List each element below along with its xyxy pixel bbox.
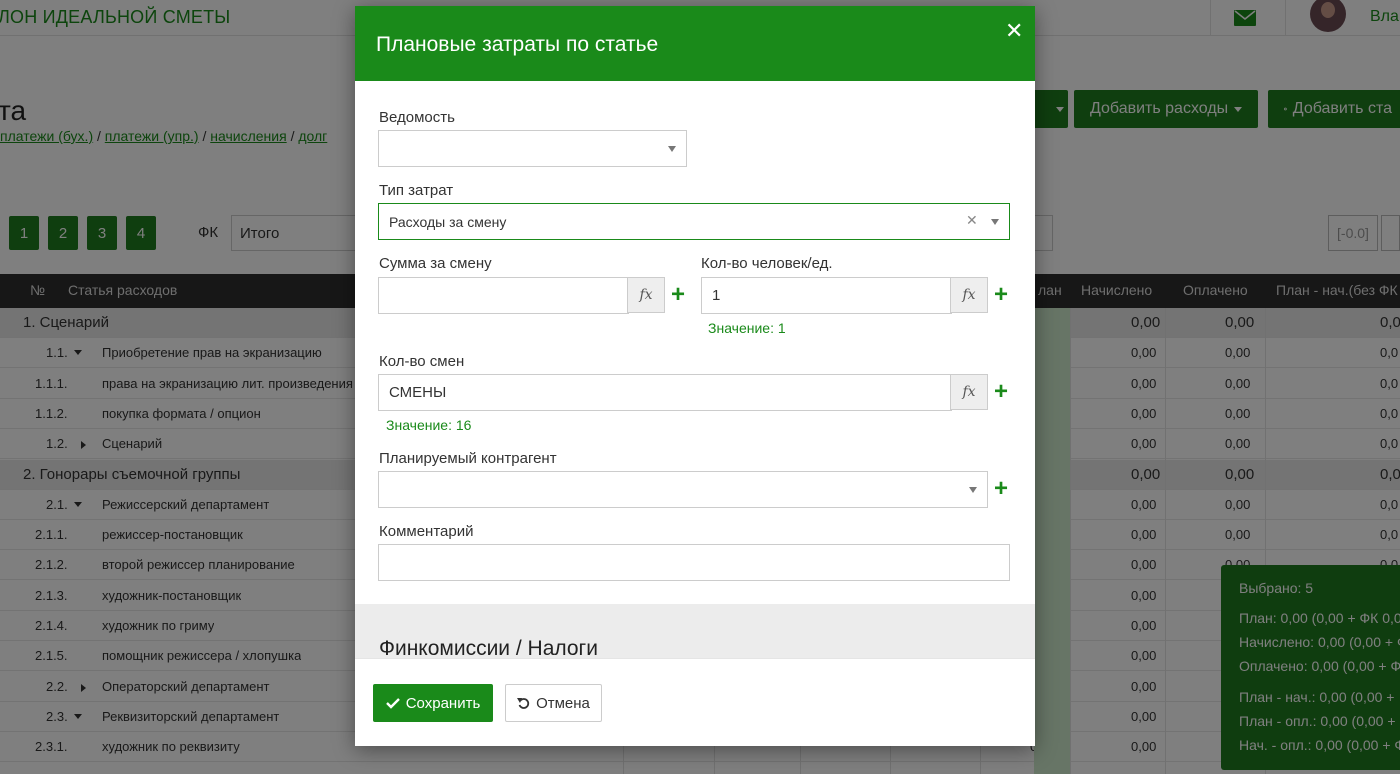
shifts-count-input[interactable]: СМЕНЫ [378, 374, 952, 411]
sum-per-shift-label: Сумма за смену [379, 255, 492, 272]
people-count-input[interactable]: 1 [701, 277, 952, 314]
planned-costs-modal: Плановые затраты по статье ✕ Ведомость Т… [355, 6, 1035, 746]
people-count-hint: Значение: 1 [708, 320, 786, 336]
vedomost-label: Ведомость [379, 109, 455, 126]
add-icon[interactable]: + [994, 477, 1008, 501]
comment-input[interactable] [378, 544, 1010, 581]
clear-icon[interactable]: ✕ [966, 212, 978, 229]
close-icon[interactable]: ✕ [1005, 18, 1023, 44]
chevron-down-icon [991, 219, 999, 225]
shifts-count-hint: Значение: 16 [386, 417, 472, 433]
comment-label: Комментарий [379, 523, 474, 540]
cost-type-label: Тип затрат [379, 182, 454, 199]
modal-footer: Сохранить Отмена [355, 658, 1035, 746]
check-icon [385, 698, 400, 709]
cancel-button[interactable]: Отмена [505, 684, 602, 722]
counterparty-select[interactable] [378, 471, 988, 508]
add-icon[interactable]: + [994, 380, 1008, 404]
formula-button[interactable]: fx [627, 277, 665, 313]
chevron-down-icon [969, 487, 977, 493]
shifts-count-label: Кол-во смен [379, 353, 465, 370]
cancel-label: Отмена [536, 694, 590, 712]
formula-button[interactable]: fx [950, 374, 988, 410]
chevron-down-icon [668, 146, 676, 152]
people-count-value: 1 [712, 287, 721, 304]
add-icon[interactable]: + [994, 283, 1008, 307]
modal-title: Плановые затраты по статье [376, 33, 659, 56]
save-button[interactable]: Сохранить [373, 684, 493, 722]
modal-header: Плановые затраты по статье ✕ [355, 6, 1035, 81]
shifts-count-value: СМЕНЫ [389, 384, 447, 401]
cost-type-select[interactable]: Расходы за смену ✕ [378, 203, 1010, 240]
sum-per-shift-input[interactable] [378, 277, 629, 314]
save-label: Сохранить [405, 694, 481, 712]
add-icon[interactable]: + [671, 283, 685, 307]
people-count-label: Кол-во человек/ед. [701, 255, 833, 272]
vedomost-select[interactable] [378, 130, 687, 167]
formula-button[interactable]: fx [950, 277, 988, 313]
cost-type-value: Расходы за смену [389, 214, 507, 230]
counterparty-label: Планируемый контрагент [379, 450, 557, 467]
undo-icon [517, 697, 530, 709]
